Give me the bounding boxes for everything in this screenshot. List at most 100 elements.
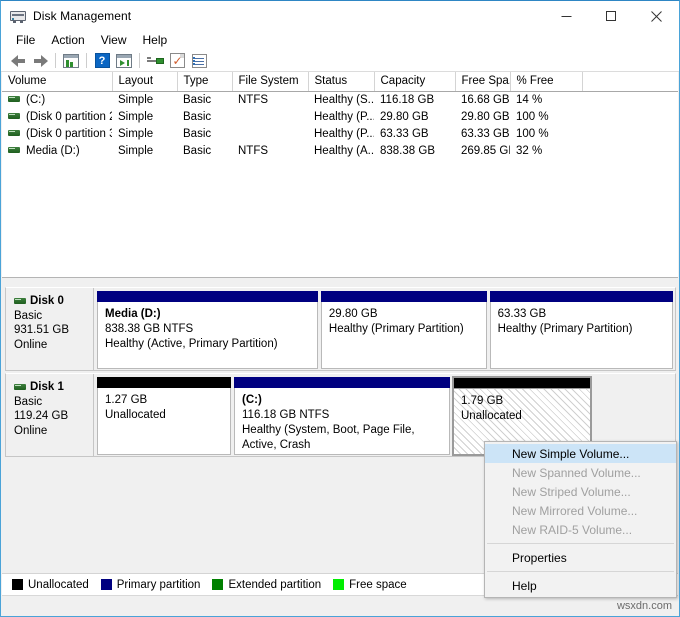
cell-layout: Simple [112, 91, 177, 108]
table-row[interactable]: (Disk 0 partition 3) Simple Basic Health… [2, 125, 678, 142]
cell-type: Basic [177, 108, 232, 125]
column-header-type[interactable]: Type [177, 72, 232, 91]
cell-status: Healthy (A... [308, 142, 374, 159]
cell-capacity: 838.38 GB [374, 142, 455, 159]
minimize-button[interactable] [544, 1, 589, 31]
context-menu-item-properties[interactable]: Properties [485, 548, 676, 567]
cell-percent-free: 100 % [510, 125, 582, 142]
properties-button[interactable]: ✓ [166, 51, 188, 71]
cell-capacity: 29.80 GB [374, 108, 455, 125]
legend-label-free-space: Free space [349, 579, 407, 591]
volume-table: Volume Layout Type File System Status Ca… [2, 72, 678, 159]
forward-button[interactable] [29, 51, 51, 71]
cell-free-space: 269.85 GB [455, 142, 510, 159]
partition-name: Media (D:) [105, 307, 317, 322]
disk-management-icon [10, 8, 26, 24]
column-header-status[interactable]: Status [308, 72, 374, 91]
column-header-capacity[interactable]: Capacity [374, 72, 455, 91]
partition-status: Unallocated [105, 408, 230, 423]
cell-file-system: NTFS [232, 91, 308, 108]
disk-management-window: Disk Management File Action View Help [0, 0, 680, 617]
rescan-disks-button[interactable] [144, 51, 166, 71]
partition-size: 1.27 GB [105, 393, 230, 408]
partition-status: Healthy (System, Boot, Page File, Active… [242, 423, 449, 453]
disk-icon [14, 298, 26, 304]
disk-header-disk-0[interactable]: Disk 0 Basic 931.51 GB Online [6, 288, 94, 370]
column-header-filler[interactable] [582, 72, 678, 91]
list-view-button[interactable] [188, 51, 210, 71]
watermark: wsxdn.com [614, 599, 675, 613]
show-action-pane-icon [116, 54, 132, 68]
disk-title: Disk 0 [14, 294, 93, 309]
cell-file-system: NTFS [232, 142, 308, 159]
legend-swatch-extended-partition [212, 579, 223, 590]
partition-status: Healthy (Primary Partition) [498, 322, 672, 337]
column-header-volume[interactable]: Volume [2, 72, 112, 91]
close-button[interactable] [634, 1, 679, 31]
column-header-percent-free[interactable]: % Free [510, 72, 582, 91]
show-action-pane-button[interactable] [113, 51, 135, 71]
partition-info: (C:) 116.18 GB NTFS Healthy (System, Boo… [234, 388, 450, 455]
title-bar: Disk Management [1, 1, 679, 31]
back-button[interactable] [7, 51, 29, 71]
legend-item-primary-partition: Primary partition [101, 579, 201, 591]
partition-size: 116.18 GB NTFS [242, 408, 449, 423]
cell-volume: Media (D:) [2, 142, 112, 159]
context-menu-item-new-simple-volume[interactable]: New Simple Volume... [485, 444, 676, 463]
pane-splitter[interactable] [2, 278, 678, 285]
partition-color-bar [234, 377, 450, 388]
context-menu-item-help[interactable]: Help [485, 576, 676, 595]
cell-status: Healthy (P... [308, 108, 374, 125]
partition-name: (C:) [242, 393, 449, 408]
partition-unallocated-1[interactable]: 1.27 GB Unallocated [97, 377, 231, 455]
menu-file[interactable]: File [8, 32, 43, 49]
partition-media-d[interactable]: Media (D:) 838.38 GB NTFS Healthy (Activ… [97, 291, 318, 369]
legend-swatch-free-space [333, 579, 344, 590]
column-header-free-space[interactable]: Free Spa... [455, 72, 510, 91]
cell-capacity: 116.18 GB [374, 91, 455, 108]
partition-disk0-3[interactable]: 63.33 GB Healthy (Primary Partition) [490, 291, 673, 369]
cell-percent-free: 32 % [510, 142, 582, 159]
disk-type: Basic [14, 395, 93, 410]
menu-help[interactable]: Help [135, 32, 176, 49]
disk-state: Online [14, 424, 93, 439]
toolbar-separator [86, 53, 87, 68]
table-row[interactable]: Media (D:) Simple Basic NTFS Healthy (A.… [2, 142, 678, 159]
column-header-file-system[interactable]: File System [232, 72, 308, 91]
partition-c-drive[interactable]: (C:) 116.18 GB NTFS Healthy (System, Boo… [234, 377, 450, 455]
partition-size: 29.80 GB [329, 307, 486, 322]
toolbar-separator [55, 53, 56, 68]
show-console-tree-button[interactable] [60, 51, 82, 71]
legend-item-free-space: Free space [333, 579, 407, 591]
help-button[interactable]: ? [91, 51, 113, 71]
back-arrow-icon [11, 55, 26, 67]
partition-disk0-2[interactable]: 29.80 GB Healthy (Primary Partition) [321, 291, 487, 369]
cell-filler [582, 108, 678, 125]
disk-state: Online [14, 338, 93, 353]
partition-info: Media (D:) 838.38 GB NTFS Healthy (Activ… [97, 302, 318, 369]
menu-action[interactable]: Action [43, 32, 92, 49]
legend-label-extended-partition: Extended partition [228, 579, 321, 591]
table-row[interactable]: (C:) Simple Basic NTFS Healthy (S... 116… [2, 91, 678, 108]
cell-layout: Simple [112, 125, 177, 142]
menu-view[interactable]: View [93, 32, 135, 49]
volume-icon [8, 113, 20, 119]
disk-row-disk-0[interactable]: Disk 0 Basic 931.51 GB Online Media (D:)… [5, 287, 676, 371]
disk-header-disk-1[interactable]: Disk 1 Basic 119.24 GB Online [6, 374, 94, 456]
toolbar: ? ✓ [1, 50, 679, 72]
disk-title: Disk 1 [14, 380, 93, 395]
list-view-icon [192, 54, 207, 68]
cell-type: Basic [177, 125, 232, 142]
properties-icon: ✓ [170, 53, 185, 68]
legend-label-primary-partition: Primary partition [117, 579, 201, 591]
partition-info: 29.80 GB Healthy (Primary Partition) [321, 302, 487, 369]
disk-size: 119.24 GB [14, 409, 93, 424]
status-bar [2, 595, 678, 617]
context-menu-item-new-striped-volume: New Striped Volume... [485, 482, 676, 501]
column-header-layout[interactable]: Layout [112, 72, 177, 91]
cell-layout: Simple [112, 108, 177, 125]
maximize-button[interactable] [589, 1, 634, 31]
partition-size: 63.33 GB [498, 307, 672, 322]
table-row[interactable]: (Disk 0 partition 2) Simple Basic Health… [2, 108, 678, 125]
cell-filler [582, 91, 678, 108]
